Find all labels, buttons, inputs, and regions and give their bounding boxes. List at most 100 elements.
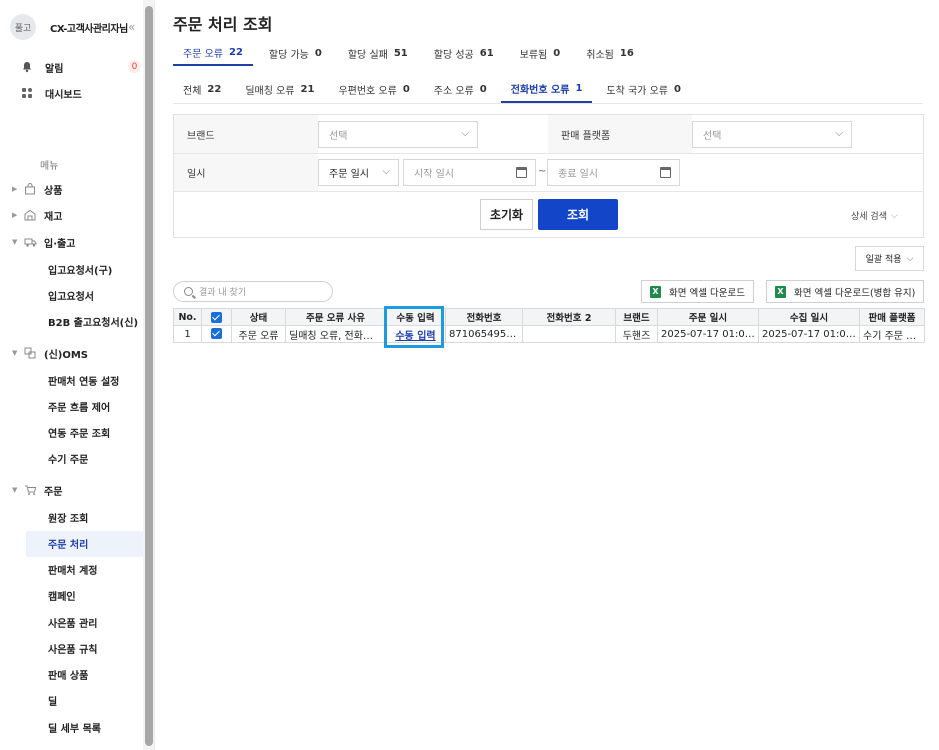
sidebar-item-b2b-outbound[interactable]: B2B 출고요청서(신) [48,313,138,329]
sidebar-item-order-processing[interactable]: 주문 처리 [48,535,88,551]
tab-count: 16 [619,47,634,59]
result-search-input[interactable]: 결과 내 찾기 [173,281,333,302]
tab-allocation-success[interactable]: 할당 성공 61 [424,40,504,66]
tab-label: 취소됨 [586,49,614,61]
col-header-platform[interactable]: 판매 플랫폼 [859,308,925,326]
brand-select[interactable]: 선택 ⌵ [318,121,478,148]
sidebar-item-linked-orders[interactable]: 연동 주문 조회 [48,424,110,440]
tab-count: 51 [393,47,408,59]
table-row[interactable]: 1 주문 오류 딜매칭 오류, 전화번호 오류 수동 입력 8710654958… [173,325,925,343]
sidebar-group-product[interactable]: ▶ 상품 [12,181,62,197]
bulk-apply-button[interactable]: 일괄 적용 ⌵ [855,246,924,271]
collapse-sidebar-icon[interactable]: « [128,20,135,34]
brand-label: 브랜드 [174,115,318,153]
cart-icon [23,483,37,497]
row-checkbox[interactable] [211,328,222,340]
col-header-manual-input[interactable]: 수동 입력 [385,308,446,326]
chevron-down-icon: ⌵ [835,128,843,139]
sidebar-item-notifications[interactable]: 알림 [20,59,63,75]
sidebar-item-deal[interactable]: 딜 [48,692,57,708]
tab-address-error[interactable]: 주소 오류 0 [424,76,497,103]
col-header-collected-time[interactable]: 수집 일시 [758,308,860,326]
platform-label: 판매 플랫폼 [548,115,692,153]
search-icon [184,287,193,296]
cell-select[interactable] [201,325,232,343]
tab-label: 딜매칭 오류 [245,86,295,97]
end-date-input[interactable]: 종료 일시 [547,159,680,186]
tab-label: 할당 실패 [347,49,388,61]
tab-deal-matching-error[interactable]: 딜매칭 오류 21 [235,76,324,103]
col-header-brand[interactable]: 브랜드 [615,308,658,326]
caret-down-icon: ▼ [12,238,18,246]
tab-allocatable[interactable]: 할당 가능 0 [259,40,332,66]
sidebar-item-ledger[interactable]: 원장 조회 [48,509,88,525]
date-type-select[interactable]: 주문 일시 ⌵ [318,159,399,186]
reset-button[interactable]: 초기화 [480,199,533,230]
sidebar-scrollbar[interactable] [143,0,155,750]
select-all-checkbox[interactable] [211,311,222,323]
sidebar-item-inbound-request[interactable]: 입고요청서 [48,287,94,303]
sidebar-group-inventory[interactable]: ▶ 재고 [12,207,62,223]
scrollbar-thumb[interactable] [145,6,153,746]
tab-destination-country-error[interactable]: 도착 국가 오류 0 [596,76,691,103]
tab-allocation-failed[interactable]: 할당 실패 51 [338,40,418,66]
bell-icon [20,60,34,74]
tab-label: 도착 국가 오류 [606,86,668,97]
menu-section-label: 메뉴 [40,161,59,172]
advanced-search-toggle[interactable]: 상세 검색 ⌵ [851,209,898,223]
main-content: 주문 처리 조회 주문 오류 22 할당 가능 0 할당 실패 51 할당 성공 61 … [156,0,939,750]
cell-no: 1 [173,325,202,343]
excel-download-button[interactable]: X 화면 엑셀 다운로드 [641,280,754,303]
tab-on-hold[interactable]: 보류됨 0 [510,40,571,66]
excel-icon: X [775,285,786,298]
workspace-switcher[interactable]: 풀고 CX-고객사관리자님 [10,14,128,40]
col-header-order-time[interactable]: 주문 일시 [657,308,759,326]
tab-order-error[interactable]: 주문 오류 22 [173,40,253,66]
sidebar-item-inbound-request-old[interactable]: 입고요청서(구) [48,261,112,277]
tab-cancelled[interactable]: 취소됨 16 [576,40,644,66]
tab-label: 주소 오류 [433,86,474,97]
sidebar-group-label: (신)OMS [44,349,88,361]
tab-label: 우편번호 오류 [338,86,397,97]
col-header-error-reason[interactable]: 주문 오류 사유 [285,308,386,326]
col-header-status[interactable]: 상태 [231,308,286,326]
sidebar-item-channel-integration[interactable]: 판매처 연동 설정 [48,372,119,388]
sidebar-item-gift-manage[interactable]: 사은품 관리 [48,614,97,630]
sidebar-item-manual-order[interactable]: 수기 주문 [48,450,88,466]
manual-input-link[interactable]: 수동 입력 [385,325,446,343]
sidebar-item-sale-products[interactable]: 판매 상품 [48,666,88,682]
sidebar-group-inout[interactable]: ▼ 입·출고 [12,234,75,250]
tab-count: 22 [207,84,222,95]
tab-all[interactable]: 전체 22 [173,76,231,103]
tab-label: 할당 가능 [268,49,309,61]
tab-count: 0 [673,84,681,95]
search-button[interactable]: 조회 [538,199,618,230]
calendar-icon[interactable] [660,167,671,178]
sidebar-item-order-flow[interactable]: 주문 흐름 제어 [48,398,110,414]
sidebar-item-gift-rules[interactable]: 사은품 규칙 [48,640,97,656]
cell-collected-time: 2025-07-17 01:09:20 [758,325,860,343]
sidebar-group-label: 주문 [44,486,63,498]
sidebar-item-campaign[interactable]: 캠페인 [48,587,76,603]
bulk-apply-label: 일괄 적용 [865,255,902,265]
tab-label: 전화번호 오류 [510,85,570,96]
sidebar-item-dashboard[interactable]: 대시보드 [20,85,82,101]
tab-zipcode-error[interactable]: 우편번호 오류 0 [328,76,419,103]
end-date-placeholder: 종료 일시 [558,169,598,180]
col-header-phone2[interactable]: 전화번호 2 [522,308,616,326]
sidebar-item-channel-account[interactable]: 판매처 계정 [48,561,97,577]
col-header-no[interactable]: No. [173,308,202,326]
sidebar-group-oms[interactable]: ▼ (신)OMS [12,345,88,361]
sidebar-group-order[interactable]: ▼ 주문 [12,482,62,498]
excel-download-merged-button[interactable]: X 화면 엑셀 다운로드(병합 유지) [766,280,925,303]
platform-select[interactable]: 선택 ⌵ [692,121,852,148]
tab-phone-error[interactable]: 전화번호 오류 1 [500,76,593,103]
col-header-select-all[interactable] [201,308,232,326]
calendar-icon[interactable] [516,167,527,178]
warehouse-icon [23,208,37,222]
sidebar-item-deal-details[interactable]: 딜 세부 목록 [48,719,101,735]
tab-count: 0 [553,47,561,59]
start-date-input[interactable]: 시작 일시 [403,159,536,186]
col-header-phone[interactable]: 전화번호 [445,308,523,326]
tab-count: 1 [575,83,583,94]
